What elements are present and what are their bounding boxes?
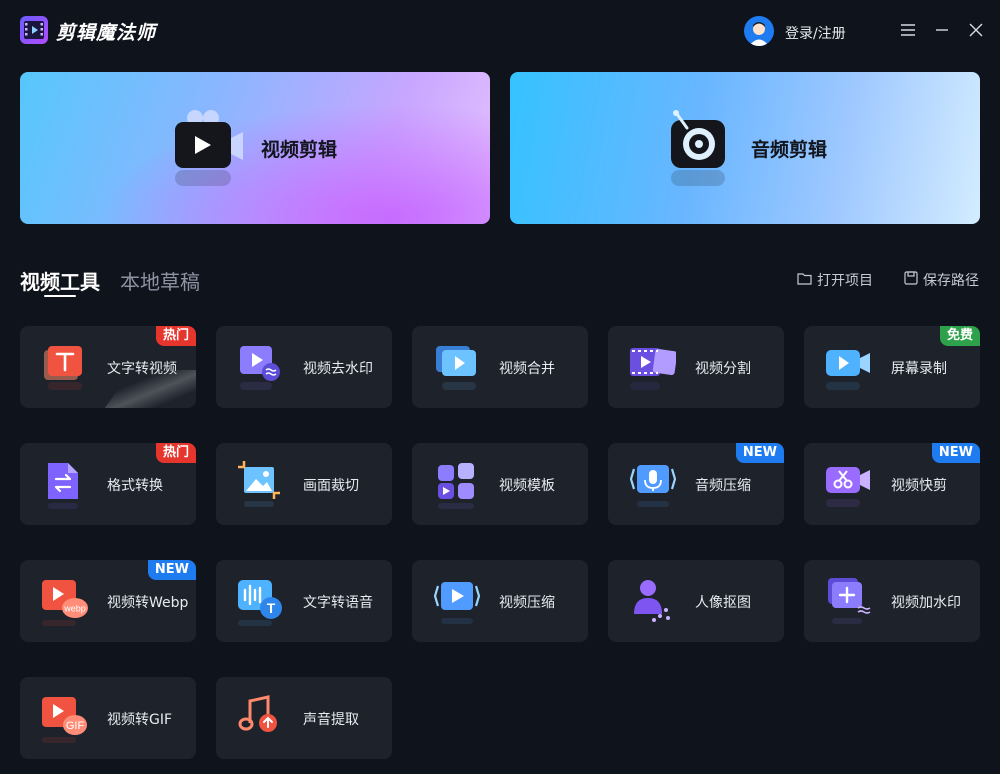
tool-screen-record[interactable]: 屏幕录制 免费 [804,326,980,408]
merge-video-icon [434,344,480,394]
tool-text-to-speech[interactable]: T 文字转语音 [216,560,392,642]
tool-label: 视频转GIF [107,712,173,728]
close-icon[interactable] [966,20,986,40]
tools-grid: 文字转视频 热门 视频去水印 视频合并 视频分割 屏幕录制 免费 格式转换 热门… [20,326,980,759]
audio-extract-icon [238,695,284,745]
login-register-link[interactable]: 登录/注册 [785,23,846,43]
text-t-icon-text: T [267,600,276,616]
save-icon [904,271,918,289]
tool-label: 视频去水印 [303,361,373,377]
tool-video-to-gif[interactable]: GIF 视频转GIF [20,677,196,759]
video-compress-icon [433,578,481,628]
open-project-button[interactable]: 打开项目 [797,270,873,290]
tool-text-to-video[interactable]: 文字转视频 热门 [20,326,196,408]
text-to-speech-icon: T [238,578,284,628]
audio-compress-icon [629,461,677,511]
split-video-icon [630,344,678,394]
tool-label: 声音提取 [303,712,359,728]
tool-remove-watermark[interactable]: 视频去水印 [216,326,392,408]
quick-cut-icon [826,461,872,511]
tool-label: 视频压缩 [499,595,555,611]
title-bar: 剪辑魔法师 登录/注册 [0,0,1000,62]
tool-label: 视频快剪 [891,478,947,494]
tool-video-compress[interactable]: 视频压缩 [412,560,588,642]
portrait-cutout-icon [630,578,676,628]
tool-label: 屏幕录制 [891,361,947,377]
tool-label: 视频转Webp [107,595,189,611]
tool-label: 视频加水印 [891,595,961,611]
tool-audio-compress[interactable]: 音频压缩 NEW [608,443,784,525]
tool-add-watermark[interactable]: 视频加水印 [804,560,980,642]
tool-template[interactable]: 视频模板 [412,443,588,525]
gif-icon-text: GIF [66,720,85,732]
tool-portrait-cutout[interactable]: 人像抠图 [608,560,784,642]
tool-label: 画面裁切 [303,478,359,494]
tool-label: 视频模板 [499,478,555,494]
add-watermark-icon [826,578,872,628]
folder-icon [797,272,812,289]
tool-audio-extract[interactable]: 声音提取 [216,677,392,759]
video-edit-card[interactable]: 视频剪辑 [20,72,490,224]
remove-watermark-icon [238,344,284,394]
screen-record-icon [826,344,872,394]
new-badge: NEW [931,443,980,463]
hot-badge: 热门 [155,326,196,346]
audio-edit-label: 音频剪辑 [750,138,827,161]
save-path-label: 保存路径 [923,273,979,289]
minimize-icon[interactable] [932,20,952,40]
tool-label: 视频分割 [695,361,751,377]
new-badge: NEW [147,560,196,580]
tab-local-drafts[interactable]: 本地草稿 [120,266,200,295]
app-logo-icon [20,16,48,44]
video-to-gif-icon: GIF [42,695,88,745]
new-badge: NEW [735,443,784,463]
template-icon [434,461,480,511]
tool-label: 音频压缩 [695,478,751,494]
active-tab-underline [44,295,76,297]
crop-icon [238,461,284,511]
tool-label: 视频合并 [499,361,555,377]
video-camera-icon [173,108,247,188]
tool-split-video[interactable]: 视频分割 [608,326,784,408]
app-title: 剪辑魔法师 [56,22,157,44]
menu-icon[interactable] [898,20,918,40]
tool-video-to-webp[interactable]: webp 视频转Webp NEW [20,560,196,642]
free-badge: 免费 [939,326,980,346]
video-to-webp-icon: webp [42,578,88,628]
tab-video-tools[interactable]: 视频工具 [20,266,100,295]
tool-quick-cut[interactable]: 视频快剪 NEW [804,443,980,525]
video-edit-label: 视频剪辑 [260,138,337,161]
webp-icon-text: webp [63,604,86,614]
audio-speaker-icon [663,108,737,188]
tool-label: 文字转语音 [303,595,373,611]
format-convert-icon [42,461,88,511]
open-project-label: 打开项目 [817,273,873,289]
tool-format-convert[interactable]: 格式转换 热门 [20,443,196,525]
tool-crop[interactable]: 画面裁切 [216,443,392,525]
tool-merge-video[interactable]: 视频合并 [412,326,588,408]
audio-edit-card[interactable]: 音频剪辑 [510,72,980,224]
text-to-video-icon [42,344,88,394]
save-path-button[interactable]: 保存路径 [904,270,979,290]
user-avatar[interactable] [744,16,774,46]
tool-label: 文字转视频 [107,361,177,377]
tool-label: 格式转换 [107,478,163,494]
tool-label: 人像抠图 [695,595,751,611]
hot-badge: 热门 [155,443,196,463]
